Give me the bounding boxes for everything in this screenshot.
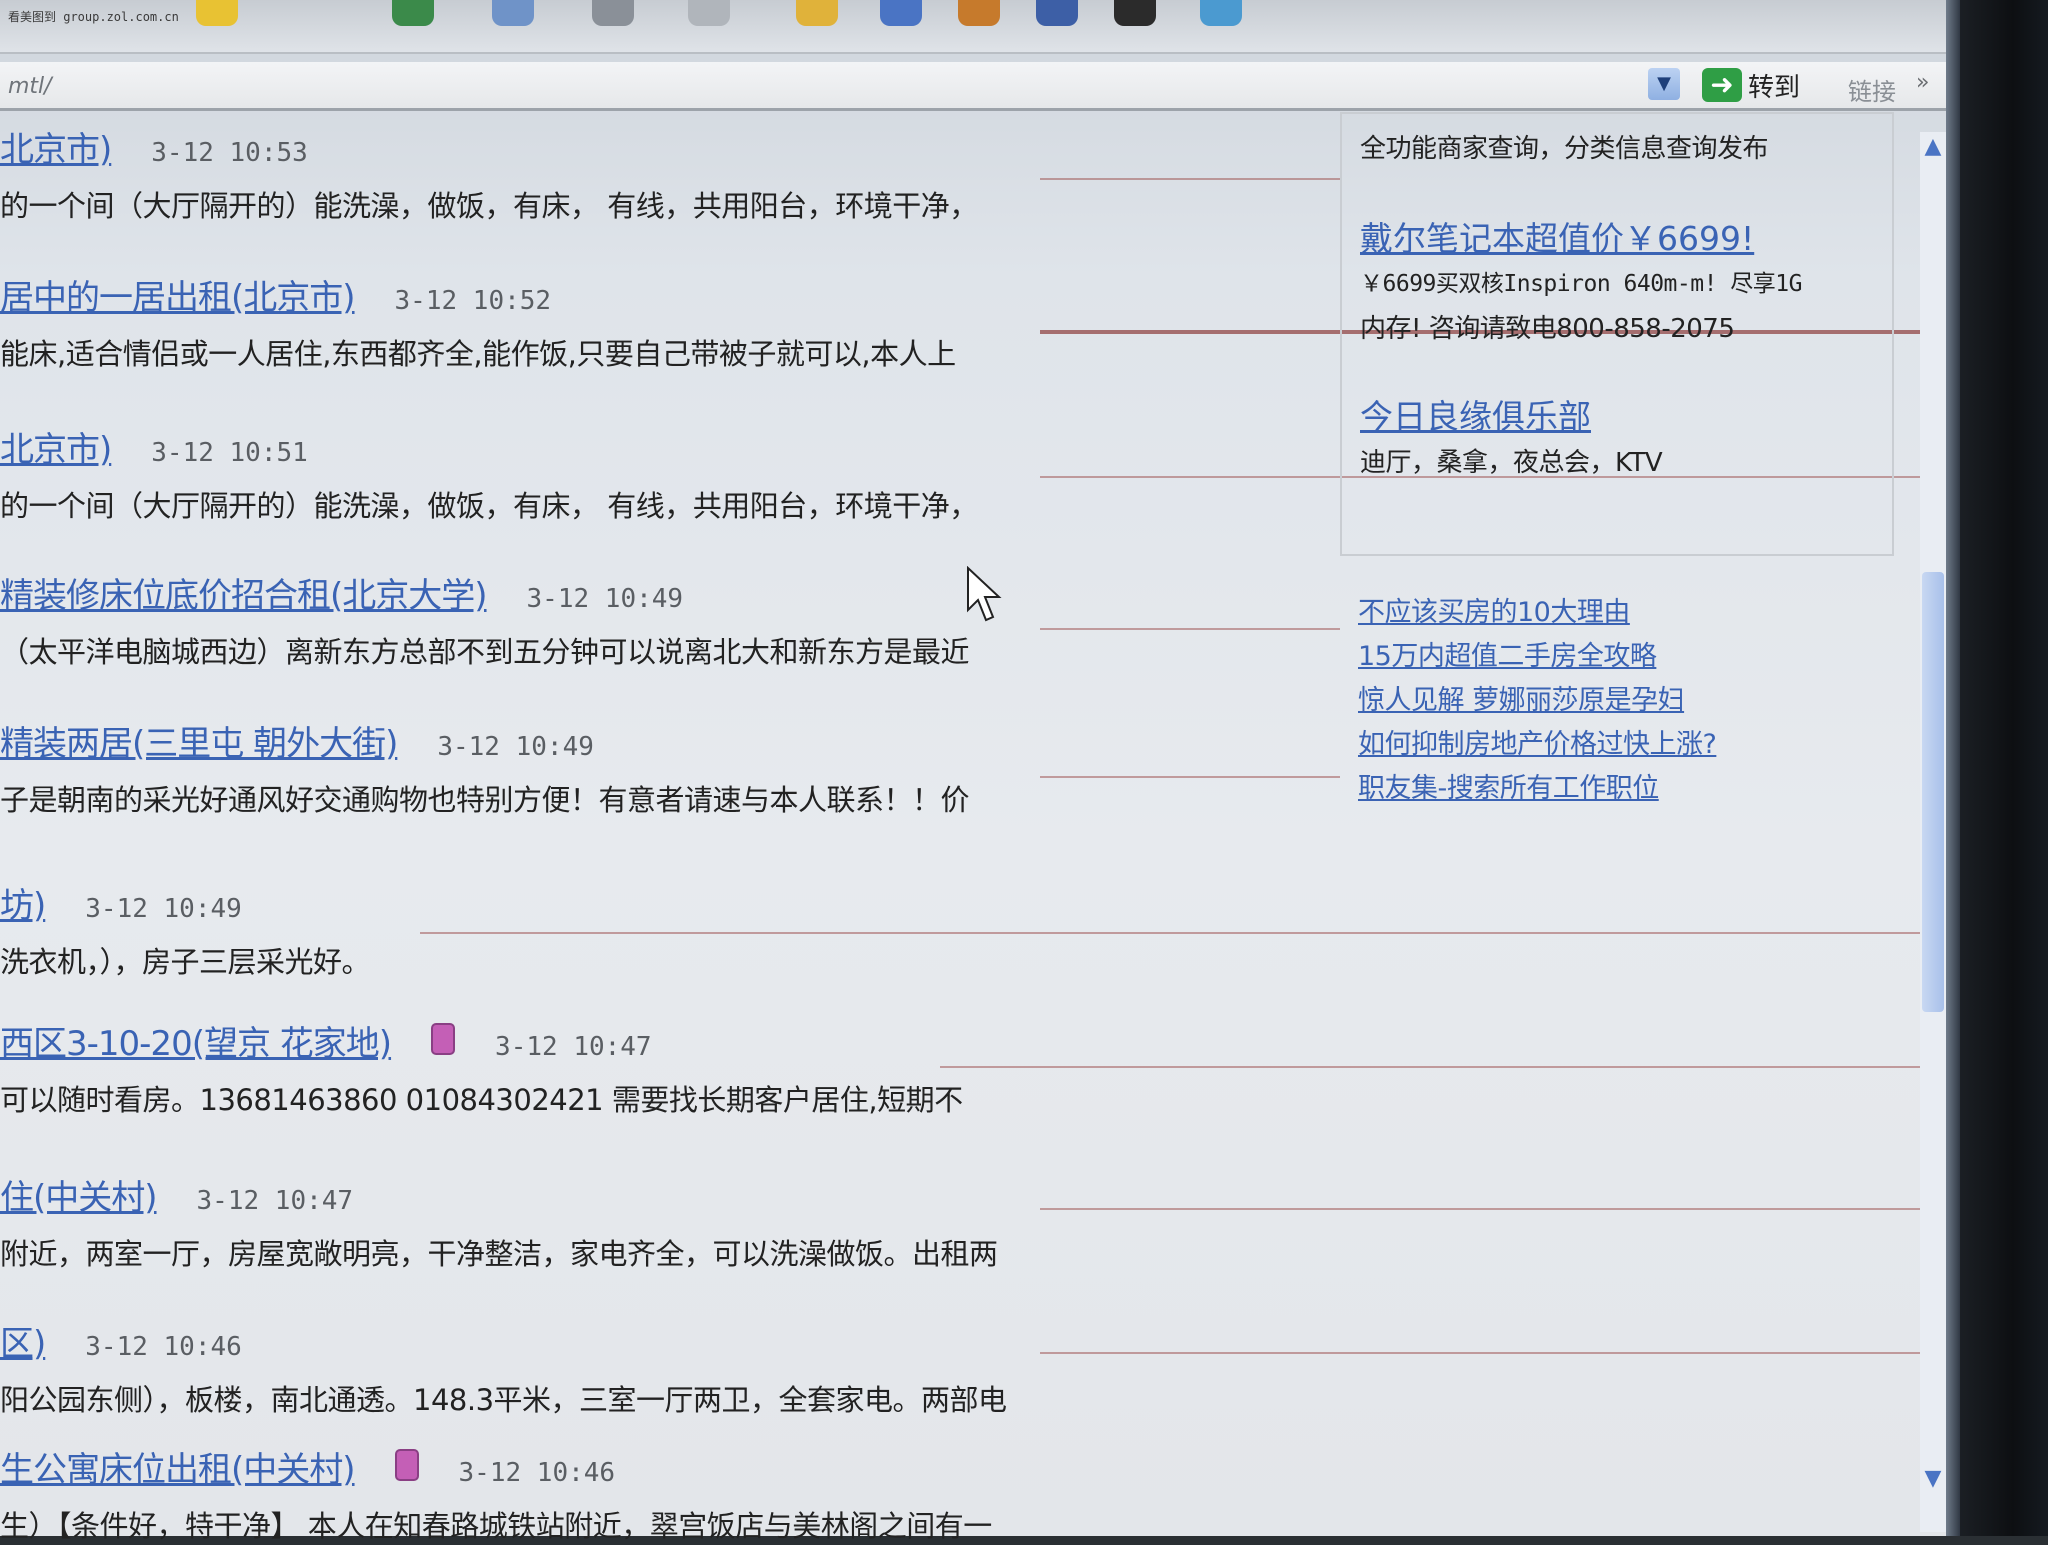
scan-line xyxy=(1040,628,1340,630)
address-input[interactable]: mtl/ xyxy=(8,74,52,99)
listing-title-link[interactable]: 北京市) xyxy=(0,122,112,171)
links-label[interactable]: 链接 xyxy=(1848,72,1896,107)
scan-line xyxy=(1040,1208,1920,1210)
right-arrow-icon: ➜ xyxy=(1702,68,1742,102)
ad-line: ￥6699买双核Inspiron 640m-m! 尽享1G xyxy=(1360,271,1803,297)
media-icon[interactable] xyxy=(958,0,1000,26)
listing-time: 3-12 10:46 xyxy=(85,1332,242,1362)
list-item: 北京市) 3-12 10:53 的一个间（大厅隔开的）能洗澡，做饭，有床， 有线，… xyxy=(0,122,1060,225)
listing-snippet: 生）【条件好，特干净】 本人在知春路城铁站附近，翠宫饭店与美林阁之间有一 xyxy=(0,1509,992,1543)
listing-title-link[interactable]: 精装修床位底价招合租(北京大学) xyxy=(0,568,488,617)
listing-snippet: 的一个间（大厅隔开的）能洗澡，做饭，有床， 有线，共用阳台，环境干净， xyxy=(0,189,978,223)
search-icon[interactable] xyxy=(1036,0,1078,26)
listing-snippet: 能床,适合情侣或一人居住,东西都齐全,能作饭,只要自己带被子就可以,本人上 xyxy=(0,337,956,371)
badge-icon xyxy=(431,1023,456,1055)
go-label: 转到 xyxy=(1748,72,1801,103)
listing-snippet: 可以随时看房。13681463860 01084302421 需要找长期客户居住… xyxy=(0,1083,963,1117)
chevron-down-icon[interactable]: ▼ xyxy=(1918,1464,1948,1494)
printer-icon[interactable] xyxy=(592,0,634,26)
list-item: 北京市) 3-12 10:51 的一个间（大厅隔开的）能洗澡，做饭，有床， 有线，… xyxy=(0,422,1060,525)
ad-line: 迪厅，桑拿，夜总会，KTV xyxy=(1360,448,1663,478)
list-item: 精装两居(三里屯 朝外大街) 3-12 10:49 子是朝南的采光好通风好交通购物… xyxy=(0,716,1060,819)
listing-title-link[interactable]: 北京市) xyxy=(0,422,112,471)
monitor-bezel xyxy=(1960,0,2048,1536)
scrollbar-thumb[interactable] xyxy=(1922,572,1944,1012)
mouse-cursor-icon xyxy=(967,566,1002,622)
sidebar-link[interactable]: 不应该买房的10大理由 xyxy=(1358,590,1630,629)
watermark: 看美图到 group.zol.com.cn xyxy=(8,10,179,24)
listing-time: 3-12 10:51 xyxy=(151,438,308,468)
sidebar-link[interactable]: 15万内超值二手房全攻略 xyxy=(1358,634,1657,673)
scan-line xyxy=(940,1066,1920,1068)
list-item: 坊) 3-12 10:49 洗衣机，），房子三层采光好。 xyxy=(0,878,1060,981)
listing-title-link[interactable]: 生公寓床位出租(中关村) xyxy=(0,1442,356,1491)
sidebar-link[interactable]: 职友集-搜索所有工作职位 xyxy=(1358,766,1659,805)
globe-icon[interactable] xyxy=(392,0,434,26)
mail-icon[interactable] xyxy=(492,0,534,26)
browser-toolbar xyxy=(0,0,1946,54)
network-icon[interactable] xyxy=(1200,0,1242,26)
star-icon[interactable] xyxy=(196,0,238,26)
address-bar: mtl/ ▼ ➜ 转到 链接 » xyxy=(0,62,1946,111)
listing-time: 3-12 10:49 xyxy=(526,584,684,614)
scan-line xyxy=(1040,178,1340,180)
ad-title-club[interactable]: 今日良缘俱乐部 xyxy=(1360,390,1591,438)
ad-line: 内存! 咨询请致电800-858-2075 xyxy=(1360,314,1735,344)
ad-title-dell[interactable]: 戴尔笔记本超值价￥6699! xyxy=(1360,212,1754,260)
scan-line xyxy=(1040,776,1340,778)
listing-title-link[interactable]: 居中的一居出租(北京市) xyxy=(0,270,356,319)
listing-snippet: 阳公园东侧），板楼，南北通透。148.3平米，三室一厅两卫，全套家电。两部电 xyxy=(0,1383,1007,1417)
sidebar-top-text: 全功能商家查询，分类信息查询发布 xyxy=(1360,134,1769,164)
edit-icon[interactable] xyxy=(688,0,730,26)
list-item: 居中的一居出租(北京市) 3-12 10:52 能床,适合情侣或一人居住,东西都齐… xyxy=(0,270,1060,373)
penguin-icon[interactable] xyxy=(1114,0,1156,26)
list-item: 生公寓床位出租(中关村) 3-12 10:46 生）【条件好，特干净】 本人在知春… xyxy=(0,1442,1060,1545)
listing-snippet: 洗衣机，），房子三层采光好。 xyxy=(0,945,371,979)
listing-time: 3-12 10:47 xyxy=(495,1032,652,1062)
list-item: 区) 3-12 10:46 阳公园东侧），板楼，南北通透。148.3平米，三室一厅… xyxy=(0,1316,1060,1419)
listing-title-link[interactable]: 精装两居(三里屯 朝外大街) xyxy=(0,716,398,765)
sidebar-link[interactable]: 惊人见解 萝娜丽莎原是孕妇 xyxy=(1358,678,1685,717)
listing-snippet: 附近，两室一厅，房屋宽敞明亮，干净整洁，家电齐全，可以洗澡做饭。出租两 xyxy=(0,1237,998,1271)
chevron-up-icon[interactable]: ▲ xyxy=(1918,132,1948,162)
listing-time: 3-12 10:49 xyxy=(437,732,594,762)
listing-snippet: 的一个间（大厅隔开的）能洗澡，做饭，有床， 有线，共用阳台，环境干净， xyxy=(0,489,978,523)
list-item: 精装修床位底价招合租(北京大学) 3-12 10:49 （太平洋电脑城西边）离新东… xyxy=(0,568,1060,671)
sidebar-link[interactable]: 如何抑制房地产价格过快上涨? xyxy=(1358,722,1717,761)
folder-icon[interactable] xyxy=(796,0,838,26)
badge-icon xyxy=(394,1449,419,1481)
page-content: 北京市) 3-12 10:53 的一个间（大厅隔开的）能洗澡，做饭，有床， 有线，… xyxy=(0,112,1946,1543)
chevron-down-icon[interactable]: ▼ xyxy=(1648,68,1680,100)
listing-time: 3-12 10:47 xyxy=(196,1186,354,1216)
bird-icon[interactable] xyxy=(880,0,922,26)
toolbar-overflow[interactable]: » xyxy=(1916,70,1929,95)
listing-snippet: （太平洋电脑城西边）离新东方总部不到五分钟可以说离北大和新东方是最近 xyxy=(0,635,970,669)
scan-line xyxy=(420,932,1920,934)
scan-line xyxy=(1040,1352,1920,1354)
list-item: 西区3-10-20(望京 花家地) 3-12 10:47 可以随时看房。13681… xyxy=(0,1016,1060,1119)
listing-time: 3-12 10:52 xyxy=(394,286,552,316)
list-item: 住(中关村) 3-12 10:47 附近，两室一厅，房屋宽敞明亮，干净整洁，家电齐… xyxy=(0,1170,1060,1273)
listing-snippet: 子是朝南的采光好通风好交通购物也特别方便！有意者请速与本人联系！！价 xyxy=(0,783,970,817)
listing-time: 3-12 10:49 xyxy=(85,894,242,924)
listing-time: 3-12 10:53 xyxy=(151,138,308,168)
listing-title-link[interactable]: 西区3-10-20(望京 花家地) xyxy=(0,1016,392,1065)
listing-time: 3-12 10:46 xyxy=(458,1458,616,1488)
listing-title-link[interactable]: 住(中关村) xyxy=(0,1170,158,1219)
go-button[interactable]: ➜ 转到 xyxy=(1702,68,1812,103)
listing-title-link[interactable]: 坊) xyxy=(0,878,46,927)
listing-title-link[interactable]: 区) xyxy=(0,1316,46,1365)
monitor-bezel-edge xyxy=(1946,0,1960,1536)
